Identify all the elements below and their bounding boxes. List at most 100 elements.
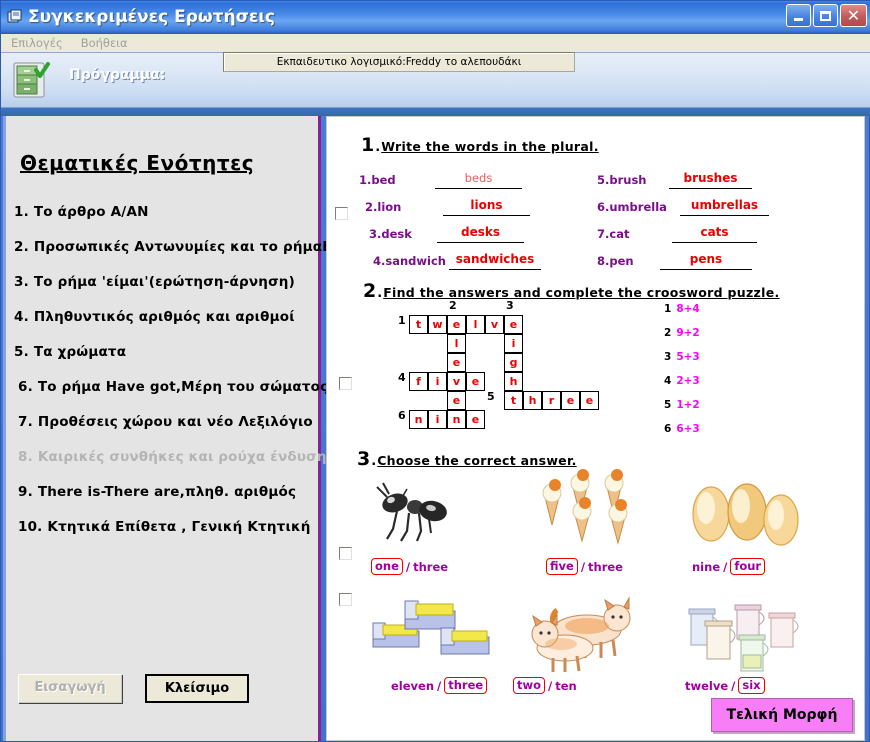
crossword-cell-3-3[interactable]: e <box>466 372 485 391</box>
exercise-1-blank-1[interactable]: beds <box>435 167 522 189</box>
crossword-cell-0-3[interactable]: f <box>409 372 428 391</box>
exercise-1-answer-3: desks <box>461 225 500 239</box>
exercise-3-option-6a[interactable]: twelve <box>685 679 728 693</box>
crossword-cell-9-4[interactable]: e <box>580 391 599 410</box>
crossword-cell-7-4[interactable]: r <box>542 391 561 410</box>
exercise-3-options-1[interactable]: one / three <box>371 558 448 575</box>
crossword-cell-2-2[interactable]: e <box>447 353 466 372</box>
crossword-cell-3-5[interactable]: e <box>466 410 485 429</box>
exercise-3-option-3b[interactable]: four <box>730 558 766 575</box>
crossword-clue-4: 4 2+3 <box>664 375 700 387</box>
crossword-cell-5-1[interactable]: i <box>504 334 523 353</box>
exercise-3-checkbox[interactable] <box>339 547 352 560</box>
exercise-3-title: Choose the correct answer. <box>377 453 577 468</box>
exercise-1-blank-4[interactable]: sandwiches <box>449 248 541 270</box>
exercise-3-options-2[interactable]: five / three <box>546 558 623 575</box>
exercise-3-option-5b[interactable]: ten <box>555 679 576 693</box>
exercise-1-word-3: 3.desk <box>369 227 412 241</box>
crossword-grid[interactable]: twelveliegfivehethreenine123456 <box>398 299 649 450</box>
exercise-1-blank-5[interactable]: brushes <box>669 167 752 189</box>
crossword-clue-number-4: 4 <box>664 375 672 387</box>
crossword-cell-1-5[interactable]: i <box>428 410 447 429</box>
menu-item-help[interactable]: Βοήθεια <box>73 34 136 53</box>
final-form-button[interactable]: Τελική Μορφή <box>711 698 853 732</box>
exercise-3-options-5[interactable]: two / ten <box>513 677 577 694</box>
crossword-cell-0-5[interactable]: n <box>409 410 428 429</box>
exercise-3-options-3[interactable]: nine / four <box>692 558 766 575</box>
sidebar-item-3-label: Το ρήμα 'είμαι'(ερώτηση-άρνηση) <box>33 274 295 290</box>
sidebar-item-7[interactable]: 7. Προθέσεις χώρου και νέο Λεξιλόγιο <box>14 414 319 430</box>
exercise-1-blank-6[interactable]: umbrellas <box>680 194 769 216</box>
exercise-1-blank-3[interactable]: desks <box>437 221 524 243</box>
exercise-1-answer-6: umbrellas <box>690 198 759 212</box>
crossword-cell-2-4[interactable]: e <box>447 391 466 410</box>
exercise-1-answer-1: beds <box>464 171 493 185</box>
exercise-3-option-4b[interactable]: three <box>444 677 488 694</box>
crossword-cell-5-4[interactable]: t <box>504 391 523 410</box>
sidebar-buttons: Εισαγωγή Κλείσιμο <box>18 674 249 703</box>
sidebar-item-4[interactable]: 4. Πληθυντικός αριθμός και αριθμοί <box>14 309 319 325</box>
sidebar-item-2-num: 2. <box>14 239 29 255</box>
exercise-3-options-6[interactable]: twelve / six <box>685 677 765 694</box>
crossword-cell-5-3[interactable]: h <box>504 372 523 391</box>
exercise-1-word-6: 6.umbrella <box>597 200 667 214</box>
crossword-cell-2-0[interactable]: e <box>447 315 466 334</box>
crossword-clue-number-1: 1 <box>664 303 672 315</box>
sidebar-item-4-label: Πληθυντικός αριθμός και αριθμοί <box>33 309 295 325</box>
exercise-3-option-5a[interactable]: two <box>513 677 546 694</box>
filing-cabinet-check-icon <box>11 60 51 100</box>
exercise-3-option-2a[interactable]: five <box>546 558 578 575</box>
exercise-1-word-7: 7.cat <box>597 227 630 241</box>
crossword-clue-value-6: 6+3 <box>676 423 700 435</box>
close-dialog-button[interactable]: Κλείσιμο <box>145 674 249 703</box>
exercise-3-option-2b[interactable]: three <box>588 560 623 574</box>
crossword-clue-5: 5 1+2 <box>664 399 700 411</box>
exercise-1-title: Write the words in the plural. <box>381 139 599 154</box>
exercise-3-option-3a[interactable]: nine <box>692 560 720 574</box>
exercise-3-option-4a[interactable]: eleven <box>391 679 434 693</box>
window-title: Συγκεκριμένες Ερωτήσεις <box>28 6 276 27</box>
exercise-3b-checkbox[interactable] <box>339 593 352 606</box>
crossword-clue-1: 1 8+4 <box>664 303 700 315</box>
sidebar-item-9[interactable]: 9. There is-There are,πληθ. αριθμός <box>14 484 319 500</box>
crossword-cell-2-3[interactable]: v <box>447 372 466 391</box>
close-button[interactable]: ✕ <box>840 4 867 27</box>
exercise-3-separator-2: / <box>580 559 586 574</box>
sidebar-item-6[interactable]: 6. Το ρήμα Have got,Μέρη του σώματος <box>14 379 328 395</box>
exercise-1-heading: 1 . Write the words in the plural. <box>361 134 599 156</box>
insert-button: Εισαγωγή <box>18 674 122 703</box>
exercise-1-blank-7[interactable]: cats <box>672 221 757 243</box>
crossword-cell-3-0[interactable]: l <box>466 315 485 334</box>
minimize-button[interactable] <box>786 4 811 27</box>
crossword-cell-1-3[interactable]: i <box>428 372 447 391</box>
program-field[interactable]: Εκπαιδευτικο λογισμικό:Freddy το αλεπουδ… <box>223 52 575 72</box>
crossword-cell-4-0[interactable]: v <box>485 315 504 334</box>
crossword-cell-2-5[interactable]: n <box>447 410 466 429</box>
sidebar-item-1[interactable]: 1. Το άρθρο A/AN <box>14 204 319 220</box>
crossword-cell-2-1[interactable]: l <box>447 334 466 353</box>
exercise-1-checkbox[interactable] <box>335 207 348 220</box>
sidebar-item-5[interactable]: 5. Τα χρώματα <box>14 344 319 360</box>
crossword-cell-1-0[interactable]: w <box>428 315 447 334</box>
exercise-3-options-4[interactable]: eleven / three <box>391 677 488 694</box>
exercise-1-blank-2[interactable]: lions <box>443 194 530 216</box>
exercise-3-option-1b[interactable]: three <box>413 560 448 574</box>
exercise-1-blank-8[interactable]: pens <box>660 248 752 270</box>
sidebar-item-3[interactable]: 3. Το ρήμα 'είμαι'(ερώτηση-άρνηση) <box>14 274 319 290</box>
sidebar-item-2[interactable]: 2. Προσωπικές Αντωνυμίες και το ρήμαBe <box>14 239 342 255</box>
exercise-3-option-1a[interactable]: one <box>371 558 403 575</box>
maximize-button[interactable] <box>813 4 838 27</box>
menu-item-options[interactable]: Επιλογές <box>3 34 71 53</box>
exercise-3-option-6b[interactable]: six <box>738 677 765 694</box>
crossword-cell-5-2[interactable]: g <box>504 353 523 372</box>
sidebar-item-10[interactable]: 10. Κτητικά Επίθετα , Γενική Κτητική <box>14 519 319 535</box>
exercise-2-dot: . <box>377 286 383 301</box>
crossword-cell-0-0[interactable]: t <box>409 315 428 334</box>
crossword-cell-5-0[interactable]: e <box>504 315 523 334</box>
exercise-2-number: 2 <box>363 280 377 302</box>
exercise-2-checkbox[interactable] <box>339 377 352 390</box>
application-window: Συγκεκριμένες Ερωτήσεις ✕ Επιλογές Βοήθε… <box>0 0 870 742</box>
crossword-cell-6-4[interactable]: h <box>523 391 542 410</box>
crossword-cell-8-4[interactable]: e <box>561 391 580 410</box>
exercise-1-answer-7: cats <box>700 225 729 239</box>
